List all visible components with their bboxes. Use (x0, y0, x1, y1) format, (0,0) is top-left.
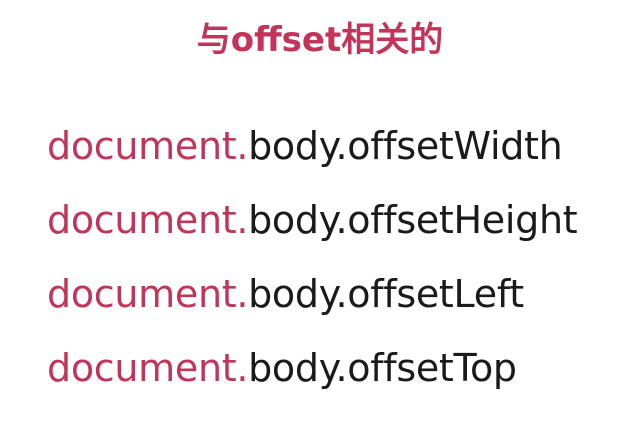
code-line-offset-width: document.body.offsetWidth (47, 120, 577, 194)
code-line-offset-top: document.body.offsetTop (47, 342, 577, 416)
code-property: body.offsetTop (248, 346, 517, 390)
code-list: document.body.offsetWidth document.body.… (47, 120, 578, 416)
code-object: document. (47, 272, 249, 316)
slide-title: 与offset相关的 (196, 20, 444, 60)
code-property: body.offsetWidth (248, 124, 563, 168)
code-object: document. (47, 124, 249, 168)
code-object: document. (47, 198, 249, 242)
code-object: document. (47, 346, 249, 390)
code-line-offset-height: document.body.offsetHeight (47, 194, 578, 268)
code-property: body.offsetLeft (248, 272, 524, 316)
slide: 与offset相关的 document.body.offsetWidth doc… (0, 0, 640, 427)
code-property: body.offsetHeight (248, 198, 578, 242)
code-line-offset-left: document.body.offsetLeft (47, 268, 577, 342)
